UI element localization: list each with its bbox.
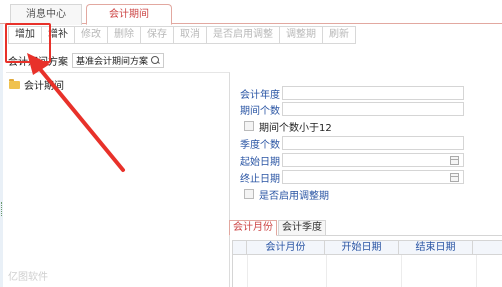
annotation-arrow bbox=[27, 53, 125, 172]
